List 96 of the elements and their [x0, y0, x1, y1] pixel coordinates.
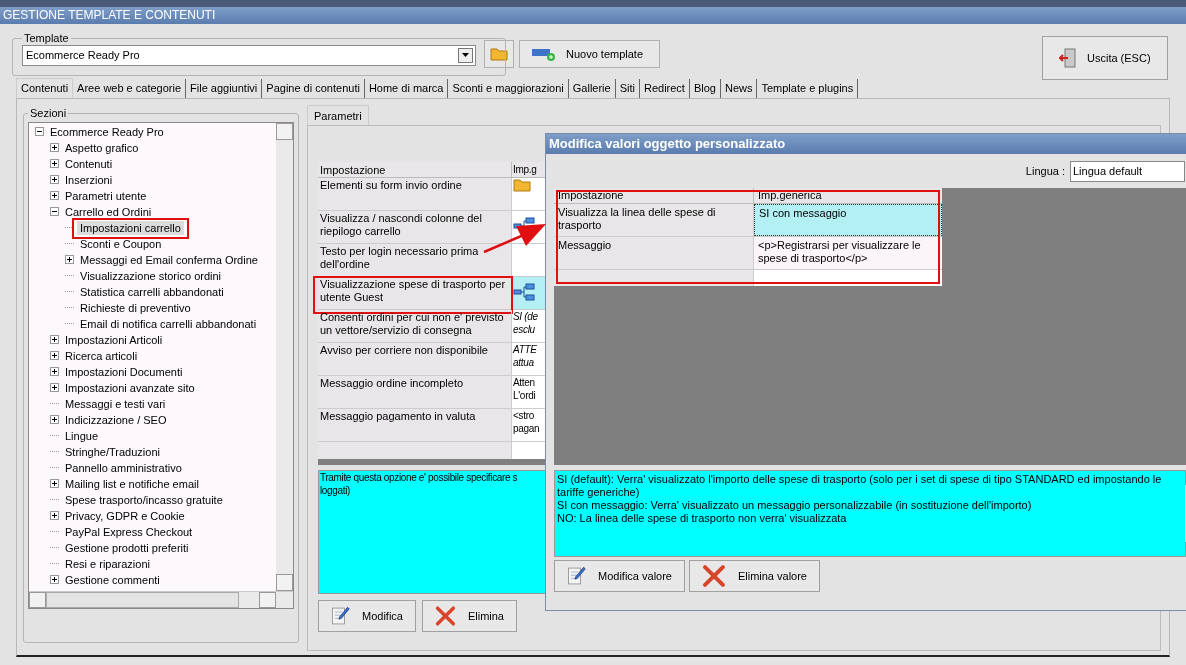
- tree-item[interactable]: Statistica carrelli abbandonati: [77, 284, 227, 299]
- tree-item[interactable]: PayPal Express Checkout: [62, 524, 196, 539]
- tree-item[interactable]: Messaggi e testi vari: [62, 396, 169, 411]
- expand-toggle[interactable]: [65, 255, 74, 264]
- tree-item[interactable]: Lingue: [62, 428, 102, 443]
- tree-item[interactable]: Impostazioni avanzate sito: [62, 380, 198, 395]
- description-text: SI con messaggio: Verra' visualizzato un messaggio personalizzabile (in sostituzione dell'importo): [557, 499, 1033, 512]
- value-text: ATTE: [513, 343, 538, 356]
- exit-door-icon: [1059, 48, 1077, 68]
- description-text: Tramite questa opzione e' possibile specificare s: [320, 471, 518, 484]
- delete-button[interactable]: Elimina: [422, 600, 517, 632]
- value-text: <stro: [513, 409, 535, 422]
- column-header: Imp.g: [512, 163, 538, 177]
- annotation-arrow: [482, 222, 548, 254]
- setting-name-cell[interactable]: Avviso per corriere non disponibile: [318, 343, 511, 375]
- description-text: NO: La linea delle spese di trasporto non verra' visualizzata: [557, 512, 848, 525]
- new-template-button[interactable]: Nuovo template: [519, 40, 660, 68]
- setting-name-cell[interactable]: Messaggio pagamento in valuta: [318, 409, 511, 441]
- tree-item[interactable]: Impostazioni carrello: [77, 220, 184, 235]
- tree-item[interactable]: Ecommerce Ready Pro: [47, 124, 167, 139]
- tree-item[interactable]: Pannello amministrativo: [62, 460, 185, 475]
- tree-item[interactable]: Resi e riparazioni: [62, 556, 153, 571]
- tree-item[interactable]: Carrello ed Ordini: [62, 204, 155, 219]
- dialog-title-bar: Modifica valori oggetto personalizzato: [546, 134, 1186, 154]
- setting-name-cell[interactable]: Consenti ordini per cui non e' previsto un vettore/servizio di consegna: [318, 310, 511, 342]
- tree-item[interactable]: Visualizzazione storico ordini: [77, 268, 225, 283]
- expand-toggle[interactable]: [50, 383, 59, 392]
- value-text: pagan: [513, 422, 541, 435]
- collapse-toggle[interactable]: [35, 127, 44, 136]
- description-text: SI (default): Verra' visualizzato l'importo delle spese di trasporto (solo per i set di spese di tipo STANDARD ed impostando le tariffe generiche): [557, 473, 1163, 499]
- setting-value-cell[interactable]: <stro pagan: [512, 409, 547, 441]
- hierarchy-icon: [513, 283, 535, 301]
- delete-button[interactable]: Elimina valore: [689, 560, 820, 592]
- tree-item[interactable]: Email di notifica carrelli abbandonati: [77, 316, 260, 331]
- title-bar: GESTIONE TEMPLATE E CONTENUTI: [0, 7, 1186, 24]
- column-header: Impostazione: [554, 188, 754, 203]
- parameters-tab[interactable]: Parametri: [307, 105, 369, 125]
- expand-toggle[interactable]: [50, 143, 59, 152]
- tree-item[interactable]: Aspetto grafico: [62, 140, 142, 155]
- value-text: Atten: [513, 376, 536, 389]
- template-dropdown[interactable]: Ecommerce Ready Pro: [22, 44, 476, 66]
- expand-toggle[interactable]: [50, 159, 59, 168]
- expand-toggle[interactable]: [50, 511, 59, 520]
- tree-item[interactable]: Stringhe/Traduzioni: [62, 444, 163, 459]
- tree-item[interactable]: Gestione prodotti preferiti: [62, 540, 192, 555]
- tree-item[interactable]: Spese trasporto/incasso gratuite: [62, 492, 226, 507]
- tree-item[interactable]: Impostazioni Articoli: [62, 332, 166, 347]
- setting-name-cell[interactable]: Messaggio ordine incompleto: [318, 376, 511, 408]
- tree-item[interactable]: Mailing list e notifiche email: [62, 476, 202, 491]
- tab[interactable]: Contenuti: [16, 78, 74, 98]
- expand-toggle[interactable]: [50, 415, 59, 424]
- setting-value-cell[interactable]: ATTE attua: [512, 343, 547, 375]
- expand-toggle[interactable]: [50, 367, 59, 376]
- tree-item[interactable]: Impostazioni Documenti: [62, 364, 186, 379]
- expand-toggle[interactable]: [50, 479, 59, 488]
- expand-toggle[interactable]: [50, 175, 59, 184]
- expand-toggle[interactable]: [50, 351, 59, 360]
- edit-button[interactable]: Modifica valore: [554, 560, 685, 592]
- tree-item[interactable]: Gestione commenti: [62, 572, 163, 587]
- value-text: esclu: [513, 323, 536, 336]
- expand-toggle[interactable]: [50, 191, 59, 200]
- delete-icon: [435, 604, 456, 628]
- setting-value-cell[interactable]: Atten L'ordi: [512, 376, 547, 408]
- tree-item[interactable]: Parametri utente: [62, 188, 150, 203]
- add-item-icon: [532, 47, 556, 61]
- tree-item[interactable]: Inserzioni: [62, 172, 116, 187]
- value-text: L'ordi: [513, 389, 537, 402]
- column-header: Imp.generica: [757, 188, 823, 203]
- setting-value-cell[interactable]: [512, 244, 547, 276]
- expand-toggle[interactable]: [50, 335, 59, 344]
- tree-item[interactable]: Contenuti: [62, 156, 116, 171]
- value-text: SI (de: [513, 310, 539, 323]
- value-text: attua: [513, 356, 535, 369]
- description-text: loggati): [320, 484, 350, 497]
- dropdown-arrow-icon: [462, 53, 469, 57]
- tree-item[interactable]: Ricerca articoli: [62, 348, 141, 363]
- horizontal-scrollbar[interactable]: [29, 590, 293, 608]
- tree-item[interactable]: Privacy, GDPR e Cookie: [62, 508, 188, 523]
- tree-item[interactable]: Sconti e Coupon: [77, 236, 165, 251]
- setting-value-cell[interactable]: <p>Registrarsi per visualizzare le spese di trasporto</p>: [754, 237, 942, 269]
- folder-icon: [490, 47, 508, 61]
- exit-button[interactable]: Uscita (ESC): [1042, 36, 1168, 80]
- vertical-scrollbar[interactable]: [276, 122, 293, 591]
- tree-item[interactable]: Richieste di preventivo: [77, 300, 194, 315]
- edit-button[interactable]: Modifica: [318, 600, 416, 632]
- column-header: Impostazione: [318, 162, 512, 177]
- delete-icon: [702, 564, 726, 588]
- expand-toggle[interactable]: [50, 575, 59, 584]
- language-label: Lingua :: [1025, 163, 1065, 179]
- setting-value-cell[interactable]: SI con messaggio: [754, 204, 942, 236]
- tree-item[interactable]: Indicizzazione / SEO: [62, 412, 170, 427]
- language-field[interactable]: Lingua default: [1070, 160, 1185, 182]
- setting-value-cell[interactable]: SI (de esclu: [512, 310, 547, 342]
- tree-item[interactable]: Messaggi ed Email conferma Ordine: [77, 252, 261, 267]
- collapse-toggle[interactable]: [50, 207, 59, 216]
- setting-value-cell[interactable]: [512, 178, 547, 210]
